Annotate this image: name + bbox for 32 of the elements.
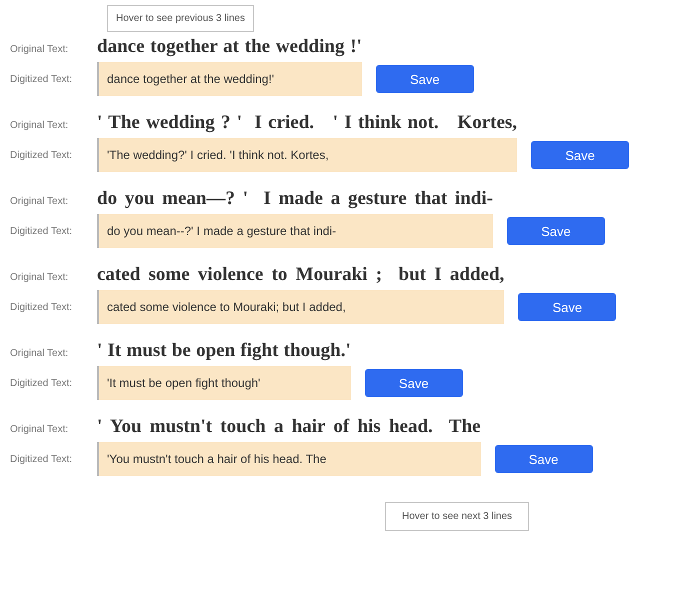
- field-label: Digitized Text:: [9, 378, 74, 388]
- original-text-line: dance together at the wedding !': [97, 36, 362, 59]
- field-label: Original Text:: [9, 196, 70, 206]
- original-text-line: cated some violence to Mouraki ; but I added,: [97, 264, 504, 287]
- digitized-text-field[interactable]: 'It must be open fight though': [97, 366, 351, 400]
- original-text-line: ' It must be open fight though.': [97, 340, 351, 363]
- field-label: Digitized Text:: [9, 226, 74, 236]
- hover-hint[interactable]: Hover to see previous 3 lines: [107, 5, 254, 32]
- field-label: Digitized Text:: [9, 150, 74, 160]
- field-label: Digitized Text:: [9, 302, 74, 312]
- field-label: Digitized Text:: [9, 74, 74, 84]
- save-button[interactable]: Save: [506, 217, 605, 245]
- hover-hint[interactable]: Hover to see next 3 lines: [385, 502, 530, 531]
- original-text-line: ' The wedding ? ' I cried. ' I think not. Kortes,: [97, 112, 518, 135]
- save-button[interactable]: Save: [518, 293, 616, 321]
- digitized-text-field[interactable]: 'You mustn't touch a hair of his head. The: [97, 442, 481, 476]
- save-button[interactable]: Save: [364, 369, 463, 397]
- save-button[interactable]: Save: [376, 65, 474, 93]
- digitized-text-field[interactable]: cated some violence to Mouraki; but I added,: [97, 290, 504, 324]
- field-label: Original Text:: [9, 120, 70, 130]
- field-label: Original Text:: [9, 44, 70, 54]
- save-button[interactable]: Save: [494, 445, 593, 473]
- digitized-text-field[interactable]: dance together at the wedding!': [97, 62, 362, 96]
- original-text-line: do you mean—? ' I made a gesture that indi-: [97, 188, 493, 211]
- original-text-line: ' You mustn't touch a hair of his head. The: [97, 416, 481, 439]
- digitized-text-field[interactable]: do you mean--?' I made a gesture that indi-: [97, 214, 493, 248]
- digitized-text-field[interactable]: 'The wedding?' I cried. 'I think not. Kortes,: [97, 138, 518, 172]
- field-label: Original Text:: [9, 348, 70, 358]
- field-label: Original Text:: [9, 424, 70, 434]
- field-label: Original Text:: [9, 272, 70, 282]
- field-label: Digitized Text:: [9, 454, 74, 464]
- save-button[interactable]: Save: [531, 141, 630, 169]
